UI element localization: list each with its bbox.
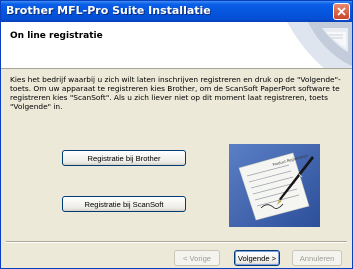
- registration-form-pen-illustration: Product Registration: [229, 144, 320, 227]
- register-scansoft-button[interactable]: Registratie bij ScanSoft: [62, 196, 186, 212]
- next-button[interactable]: Volgende >: [234, 250, 280, 266]
- instruction-text: Kies het bedrijf waarbij u zich wilt lat…: [10, 75, 341, 111]
- back-button[interactable]: < Vorige: [174, 250, 220, 266]
- window-title: Brother MFL-Pro Suite Installatie: [6, 4, 211, 17]
- close-button[interactable]: [333, 3, 350, 20]
- installer-window: Brother MFL-Pro Suite Installatie On lin…: [0, 0, 353, 269]
- close-icon: [337, 7, 346, 16]
- cancel-button[interactable]: Annuleren: [292, 250, 342, 266]
- wizard-header-graphic: [287, 22, 352, 68]
- title-bar[interactable]: Brother MFL-Pro Suite Installatie: [1, 1, 352, 22]
- wizard-header: On line registratie: [1, 22, 352, 69]
- register-brother-button[interactable]: Registratie bij Brother: [62, 150, 186, 166]
- page-title: On line registratie: [10, 31, 103, 41]
- footer-divider: [6, 241, 347, 243]
